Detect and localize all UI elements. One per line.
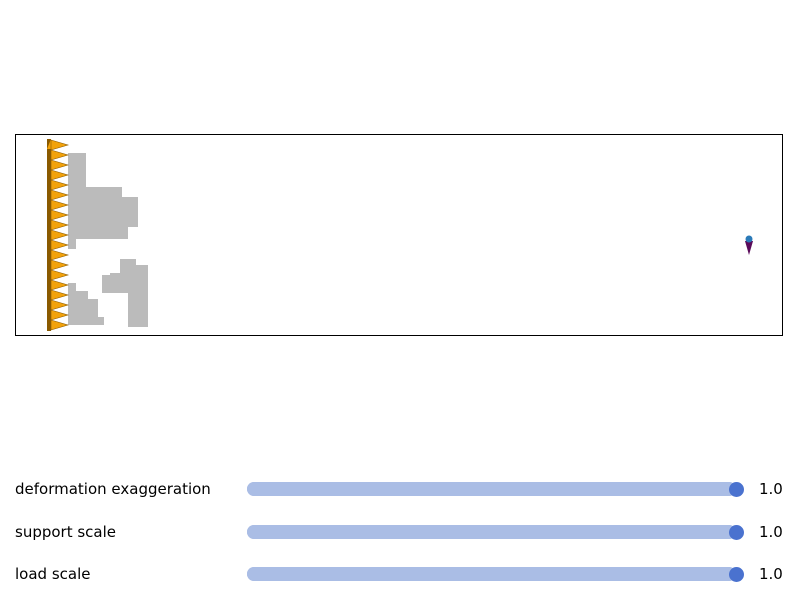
material-block — [68, 227, 128, 239]
structure-canvas — [47, 139, 753, 331]
fixed-support-icon — [50, 269, 70, 281]
fixed-support-icon — [50, 159, 70, 171]
slider-fill — [247, 567, 736, 581]
material-block — [76, 291, 88, 325]
fixed-support-icon — [50, 319, 70, 331]
fixed-support-icon — [50, 189, 70, 201]
structure-viewport — [15, 134, 783, 336]
material-block — [88, 299, 98, 325]
fixed-support-icon — [50, 249, 70, 261]
point-load-icon — [745, 235, 753, 255]
material-density-blocks — [68, 153, 148, 327]
fixed-support-icon — [50, 239, 70, 251]
material-block — [68, 153, 86, 187]
fixed-support-icons — [47, 139, 70, 331]
material-block — [68, 239, 76, 249]
fixed-support-icon — [50, 259, 70, 271]
load-arrow-icon — [745, 241, 753, 255]
deformation-exaggeration-slider[interactable] — [247, 481, 744, 497]
material-block — [68, 283, 76, 325]
fixed-support-icon — [50, 219, 70, 231]
fixed-support-icon — [50, 179, 70, 191]
slider-label-load-scale: load scale — [15, 565, 91, 583]
slider-value-load-scale: 1.0 — [759, 565, 783, 583]
fixed-support-icon — [50, 279, 70, 291]
load-scale-slider[interactable] — [247, 566, 744, 582]
material-block — [128, 265, 148, 327]
fixed-support-icon — [50, 209, 70, 221]
slider-fill — [247, 525, 736, 539]
fixed-support-icon — [50, 199, 70, 211]
fixed-support-icon — [50, 229, 70, 241]
fixed-support-icon — [50, 309, 70, 321]
slider-knob[interactable] — [729, 566, 744, 582]
material-block — [68, 197, 138, 227]
fixed-support-icon — [50, 299, 70, 311]
material-block — [102, 275, 116, 293]
slider-value-deformation: 1.0 — [759, 480, 783, 498]
fixed-support-icon — [50, 289, 70, 301]
slider-value-support-scale: 1.0 — [759, 523, 783, 541]
slider-fill — [247, 482, 736, 496]
slider-label-deformation: deformation exaggeration — [15, 480, 211, 498]
slider-row-load-scale: load scale 1.0 — [0, 559, 800, 589]
fixed-support-icon — [50, 169, 70, 181]
slider-row-deformation: deformation exaggeration 1.0 — [0, 474, 800, 504]
support-scale-slider[interactable] — [247, 524, 744, 540]
slider-knob[interactable] — [729, 524, 744, 540]
slider-row-support-scale: support scale 1.0 — [0, 517, 800, 547]
load-point-icon — [745, 235, 753, 243]
fixed-support-icon — [50, 149, 70, 161]
fixed-support-icon — [50, 139, 70, 151]
slider-knob[interactable] — [729, 481, 744, 497]
support-line — [47, 139, 51, 331]
slider-label-support-scale: support scale — [15, 523, 117, 541]
material-block — [98, 317, 104, 325]
